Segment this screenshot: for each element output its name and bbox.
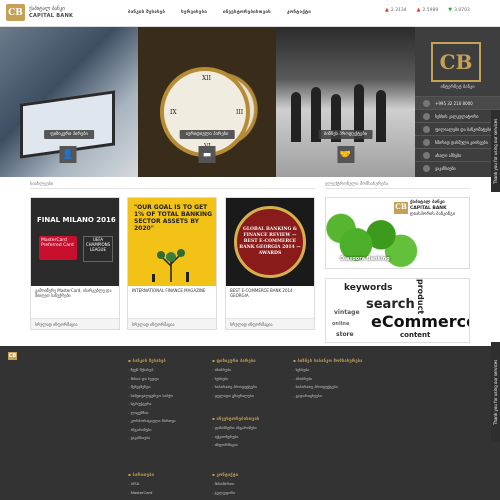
question-icon	[423, 138, 430, 146]
hero-panel-legal[interactable]: XII III VI IX იურიდიული პირები ▬	[138, 27, 276, 177]
read-more-link[interactable]: სრულად ინფორმაცია	[31, 318, 119, 329]
logo-line-ka: ქაპიტალ ბანკი	[29, 5, 65, 12]
internet-bank-title[interactable]: ინტერნეტ ბანკი	[415, 85, 500, 90]
site-header: CB ქაპიტალ ბანკი CAPITAL BANK ბანკის შეს…	[0, 0, 500, 27]
divider	[30, 188, 315, 189]
rate-gbp: ▼ 3.0703	[448, 7, 470, 14]
news-icon	[423, 151, 430, 159]
news-card-award[interactable]: GLOBAL BANKING & FINANCE REVIEW — BEST E…	[225, 197, 315, 330]
nav-investors[interactable]: ინვესტორებისთვის	[223, 10, 271, 15]
magazine-promo-image: "OUR GOAL IS TO GET 1% OF TOTAL BANKING …	[128, 198, 216, 286]
faq-link[interactable]: ხშირად დასმული კითხვები	[415, 135, 500, 148]
award-seal: GLOBAL BANKING & FINANCE REVIEW — BEST E…	[234, 206, 306, 278]
user-icon[interactable]: 👤	[59, 146, 77, 163]
hero-banner: ფიზიკური პირები 👤 XII III VI IX იურიდიულ…	[0, 27, 500, 177]
card-caption[interactable]: BEST E-COMMERCE BANK 2014 GEORGIA	[230, 288, 312, 298]
internet-bank-panel: CB ინტერნეტ ბანკი +995 32 210 8000 სესხი…	[415, 27, 500, 177]
phone-link[interactable]: +995 32 210 8000	[415, 96, 500, 109]
bank-logo[interactable]: CB ქაპიტალ ბანკი CAPITAL BANK	[6, 4, 73, 21]
arrow-down-icon: ▼	[448, 7, 453, 13]
currency-rates: ▲ 2.3134 ▲ 2.5989 ▼ 3.0703	[385, 7, 470, 14]
card-caption[interactable]: INTERNATIONAL FINANCE MAGAZINE	[132, 288, 214, 293]
feedback-tab-bottom[interactable]: Thank you for using our services	[491, 342, 500, 442]
arrow-up-icon: ▲	[385, 7, 389, 13]
diaspora-banking-banner[interactable]: Diaspora Banking CB ქაპიტალ ბანკი CAPITA…	[325, 197, 470, 269]
hero-panel-label: ბიზნეს პროდუქტები	[318, 130, 373, 139]
champions-league-logo: UEFA CHAMPIONS LEAGUE	[83, 236, 113, 262]
logo-mark: CB	[6, 4, 25, 21]
ecommerce-banner[interactable]: keywords product search eCommerce conten…	[325, 278, 470, 343]
rate-eur: ▲ 2.5989	[416, 7, 439, 14]
footer-col-contact: კონტაქტი მისამართი ტელეფონი	[212, 472, 238, 497]
page: CB ქაპიტალ ბანკი CAPITAL BANK ბანკის შეს…	[0, 0, 500, 500]
news-link[interactable]: ახალი ამბები	[415, 148, 500, 161]
site-footer: CB ბანკის შესახებ ჩვენ შესახებ მისია და …	[0, 346, 500, 500]
mastercard-promo-image: FINAL MILANO 2016 MasterCard Preferred Ca…	[31, 198, 119, 286]
hero-panel-label: იურიდიული პირები	[179, 130, 235, 139]
news-card-mastercard[interactable]: FINAL MILANO 2016 MasterCard Preferred Ca…	[30, 197, 120, 330]
calculator-icon	[423, 112, 430, 120]
hero-panel-label: ფიზიკური პირები	[44, 130, 94, 139]
feedback-tab[interactable]: Thank you for using our services	[491, 110, 500, 192]
loan-calculator-link[interactable]: სესხის კალკულატორი	[415, 109, 500, 122]
briefcase-icon	[423, 164, 430, 172]
branches-link[interactable]: ფილიალები და ბანკომატები	[415, 122, 500, 135]
cb-logo-icon[interactable]: CB	[431, 42, 481, 82]
nav-about[interactable]: ბანკის შესახებ	[128, 10, 165, 15]
tree-illustration	[152, 249, 189, 282]
quick-links-menu: +995 32 210 8000 სესხის კალკულატორი ფილი…	[415, 96, 500, 174]
phone-icon	[423, 99, 430, 107]
location-icon	[423, 125, 430, 133]
arrow-up-icon: ▲	[416, 7, 421, 13]
handshake-icon[interactable]: 🤝	[337, 146, 354, 163]
footer-col-cards: ბარათები VISA MasterCard	[128, 472, 154, 497]
cb-logo-icon: CB	[394, 202, 408, 214]
footer-col-investors: ინვესტორებისთვის ფინანსური ანგარიშები აქ…	[212, 416, 260, 450]
footer-col-individuals: ფიზიკური პირები ანაბრები სესხები საბარათ…	[212, 358, 257, 400]
main-nav: ბანკის შესახებ სერვისები ინვესტორებისთვი…	[128, 10, 311, 15]
logo-line-en: CAPITAL BANK	[29, 12, 74, 19]
card-caption[interactable]: გამოიწერე MasterCard, ისარგებლე და მიიღე…	[35, 288, 117, 298]
news-card-magazine[interactable]: "OUR GOAL IS TO GET 1% OF TOTAL BANKING …	[127, 197, 217, 330]
rate-usd: ▲ 2.3134	[385, 7, 407, 14]
award-image: GLOBAL BANKING & FINANCE REVIEW — BEST E…	[226, 198, 314, 286]
diaspora-label: Diaspora Banking	[340, 256, 390, 262]
footer-logo[interactable]: CB	[8, 352, 17, 360]
vacancies-link[interactable]: ვაკანსიები	[415, 161, 500, 174]
read-more-link[interactable]: სრულად ინფორმაცია	[226, 318, 314, 329]
divider	[325, 188, 470, 189]
read-more-link[interactable]: სრულად ინფორმაცია	[128, 318, 216, 329]
pocket-watch-image: XII III VI IX	[160, 67, 250, 157]
nav-contact[interactable]: კონტაქტი	[287, 10, 311, 15]
nav-services[interactable]: სერვისები	[181, 10, 207, 15]
hero-panel-business[interactable]: ბიზნეს პროდუქტები 🤝	[276, 27, 415, 177]
e-services-section-title: ელექტრონული მომსახურება	[325, 182, 389, 187]
footer-col-about: ბანკის შესახებ ჩვენ შესახებ მისია და ხედ…	[128, 358, 176, 443]
card-icon[interactable]: ▬	[198, 146, 216, 163]
footer-col-business: ბიზნეს საბანკო მომსახურება სესხები ანაბრ…	[293, 358, 363, 400]
hero-panel-individuals[interactable]: ფიზიკური პირები 👤	[0, 27, 138, 177]
mastercard-logo: MasterCard Preferred Card	[39, 236, 77, 260]
news-section-title: სიახლეები	[30, 182, 54, 187]
